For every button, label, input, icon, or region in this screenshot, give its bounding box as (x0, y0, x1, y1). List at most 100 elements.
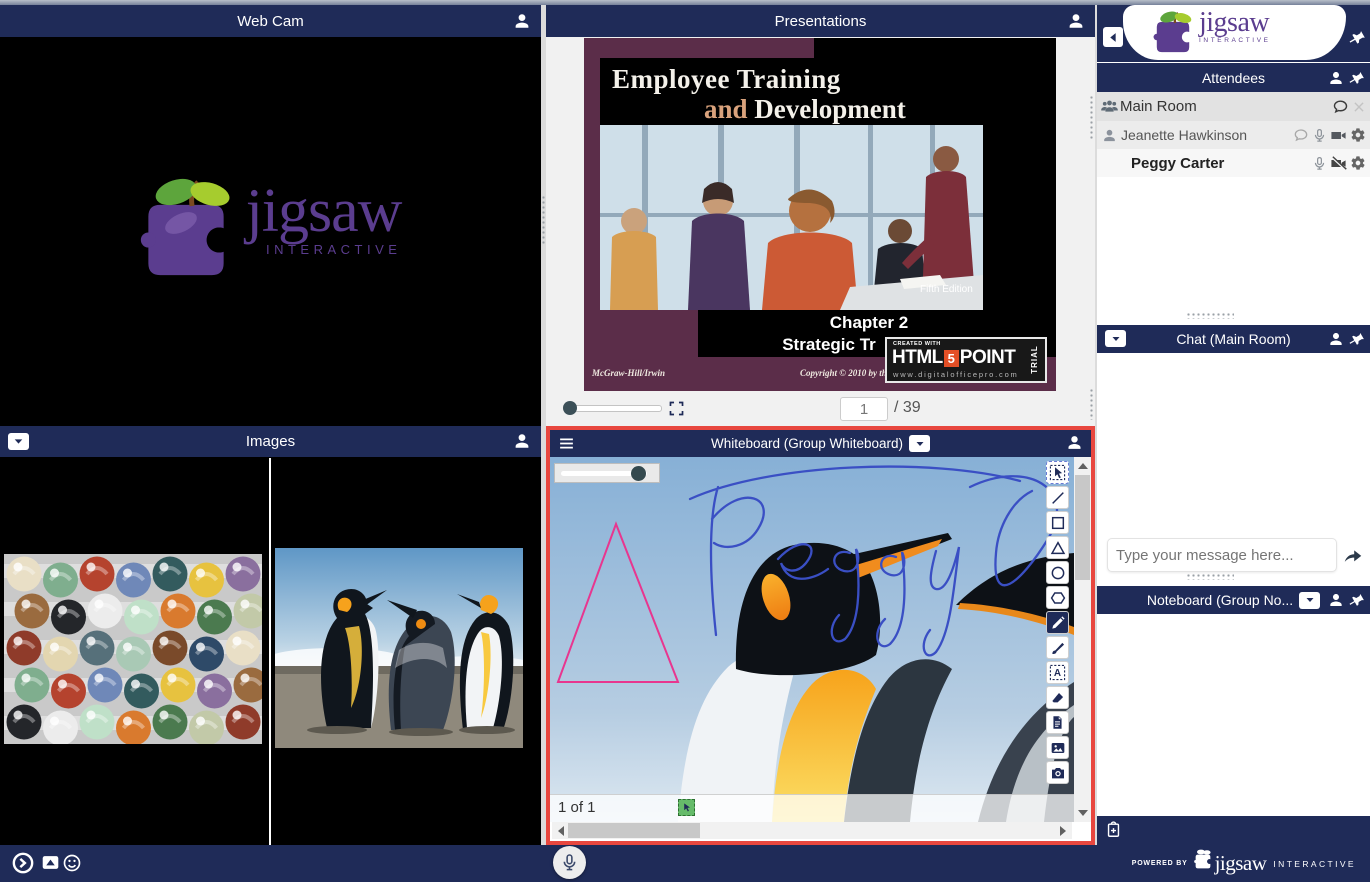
panel-resize-handle[interactable] (1089, 95, 1095, 140)
room-chat-icon[interactable] (1332, 98, 1349, 115)
attendee-room-row[interactable]: Main Room (1097, 92, 1370, 122)
whiteboard-drawing (550, 457, 1074, 822)
slide-footer-left: McGraw-Hill/Irwin (592, 368, 665, 378)
attendee-row[interactable]: Peggy Carter (1097, 149, 1370, 177)
attendee-camera-icon[interactable] (1330, 127, 1347, 144)
attendee-settings-icon[interactable] (1350, 155, 1366, 171)
whiteboard-participants-icon[interactable] (1066, 434, 1083, 451)
presentation-zoom-slider[interactable] (568, 405, 662, 412)
chat-pin-icon[interactable] (1347, 329, 1367, 349)
person-icon (1102, 128, 1117, 143)
whiteboard-zoom-slider[interactable] (554, 463, 660, 483)
attendees-title: Attendees (1202, 70, 1265, 86)
presentations-title: Presentations (775, 13, 867, 30)
attendees-participants-icon[interactable] (1328, 70, 1344, 86)
presentation-controls: / 39 (546, 392, 1095, 426)
sidebar-logo-area: jigsaw INTERACTIVE (1097, 5, 1370, 62)
image-slot-marbles[interactable] (0, 458, 269, 845)
whiteboard-horizontal-scrollbar[interactable] (552, 822, 1072, 839)
whiteboard-dropdown-button[interactable] (909, 435, 930, 452)
chat-participants-icon[interactable] (1328, 331, 1344, 347)
fullscreen-icon[interactable] (668, 400, 685, 422)
slider-knob[interactable] (563, 401, 577, 415)
attendees-pin-icon[interactable] (1347, 68, 1367, 88)
footer-wordmark-sub: INTERACTIVE (1273, 859, 1356, 869)
webcam-title: Web Cam (237, 13, 303, 30)
group-icon (1100, 97, 1119, 116)
tool-rectangle-button[interactable] (1046, 511, 1069, 534)
tool-pencil-button[interactable] (1046, 611, 1069, 634)
tool-brush-button[interactable] (1046, 636, 1069, 659)
room-close-icon[interactable] (1352, 100, 1366, 114)
slide-photo (600, 125, 983, 310)
noteboard-pin-icon[interactable] (1347, 590, 1367, 610)
tool-document-button[interactable] (1046, 711, 1069, 734)
images-participants-icon[interactable] (513, 432, 531, 450)
attendee-mic-icon[interactable] (1312, 128, 1327, 143)
share-image-button[interactable] (41, 854, 60, 871)
attendee-mic-icon[interactable] (1312, 156, 1327, 171)
chat-message-input[interactable] (1107, 538, 1337, 572)
panel-resize-handle[interactable] (1186, 573, 1234, 580)
chat-title: Chat (Main Room) (1176, 331, 1290, 347)
noteboard-body[interactable] (1097, 614, 1370, 816)
whiteboard-canvas[interactable]: 1 of 1 (550, 457, 1074, 822)
room-name: Main Room (1120, 98, 1197, 115)
tool-line-button[interactable] (1046, 486, 1069, 509)
chat-send-icon[interactable] (1342, 544, 1364, 566)
presentations-header: Presentations (546, 5, 1095, 37)
sidebar-collapse-button[interactable] (1103, 27, 1123, 47)
page-number-input[interactable] (840, 397, 888, 421)
attendee-chat-icon[interactable] (1293, 127, 1309, 143)
expand-tray-button[interactable] (12, 852, 34, 874)
sidebar-pin-icon[interactable] (1347, 27, 1368, 48)
images-dropdown-button[interactable] (8, 433, 29, 450)
noteboard-participants-icon[interactable] (1328, 592, 1344, 608)
presentation-slide[interactable]: Employee Training and Development (584, 38, 1056, 391)
whiteboard-panel: Whiteboard (Group Whiteboard) (546, 426, 1095, 845)
tool-circle-button[interactable] (1046, 561, 1069, 584)
html5-shield: 5 (944, 350, 959, 367)
clipboard-icon[interactable] (1105, 821, 1122, 838)
attendees-empty-area (1097, 177, 1370, 325)
noteboard-header: Noteboard (Group No... (1097, 586, 1370, 614)
whiteboard-slider-knob[interactable] (631, 466, 646, 481)
whiteboard-menu-icon[interactable] (558, 435, 575, 452)
bottom-bar: POWERED BY jigsaw INTERACTIVE (0, 845, 1370, 882)
webcam-participants-icon[interactable] (513, 12, 531, 30)
attendee-camera-off-icon[interactable] (1330, 155, 1347, 172)
webcam-header: Web Cam (0, 5, 541, 37)
image-slot-penguins[interactable] (271, 458, 541, 845)
microphone-button[interactable] (553, 846, 586, 879)
panel-resize-handle[interactable] (1089, 388, 1095, 420)
tool-eraser-button[interactable] (1046, 686, 1069, 709)
whiteboard-vertical-scrollbar[interactable] (1074, 457, 1091, 822)
presentations-panel: Presentations Employee Training and Deve… (546, 5, 1095, 426)
slide-edition: Fifth Edition (920, 284, 973, 295)
tool-camera-button[interactable] (1046, 761, 1069, 784)
panel-resize-handle[interactable] (541, 195, 546, 245)
attendee-settings-icon[interactable] (1350, 127, 1366, 143)
noteboard-title: Noteboard (Group No... (1147, 592, 1293, 608)
slide-chapter: Chapter 2 (734, 313, 1004, 333)
whiteboard-header: Whiteboard (Group Whiteboard) (550, 430, 1091, 457)
tool-triangle-button[interactable] (1046, 536, 1069, 559)
panel-resize-handle[interactable] (1186, 312, 1234, 319)
whiteboard-page-thumbnail[interactable] (678, 799, 695, 816)
emoji-button[interactable] (62, 853, 82, 873)
tool-select-button[interactable] (1046, 461, 1069, 484)
noteboard-dropdown-button[interactable] (1299, 592, 1320, 609)
presentations-participants-icon[interactable] (1067, 12, 1085, 30)
whiteboard-title: Whiteboard (Group Whiteboard) (711, 436, 903, 451)
chat-dropdown-button[interactable] (1105, 330, 1126, 347)
images-header: Images (0, 426, 541, 457)
tool-hexagon-button[interactable] (1046, 586, 1069, 609)
webcam-video-area: jigsaw INTERACTIVE (0, 38, 541, 426)
sidebar-wordmark-sub: INTERACTIVE (1199, 37, 1271, 44)
sidebar-jigsaw-logo: jigsaw INTERACTIVE (1153, 9, 1271, 55)
powered-by-brand: POWERED BY jigsaw INTERACTIVE (1132, 851, 1356, 876)
tool-image-button[interactable] (1046, 736, 1069, 759)
attendee-row[interactable]: Jeanette Hawkinson (1097, 121, 1370, 150)
tool-text-button[interactable] (1046, 661, 1069, 684)
slide-watermark: CREATED WITH HTML 5 POINT www.digitaloff… (885, 337, 1047, 383)
